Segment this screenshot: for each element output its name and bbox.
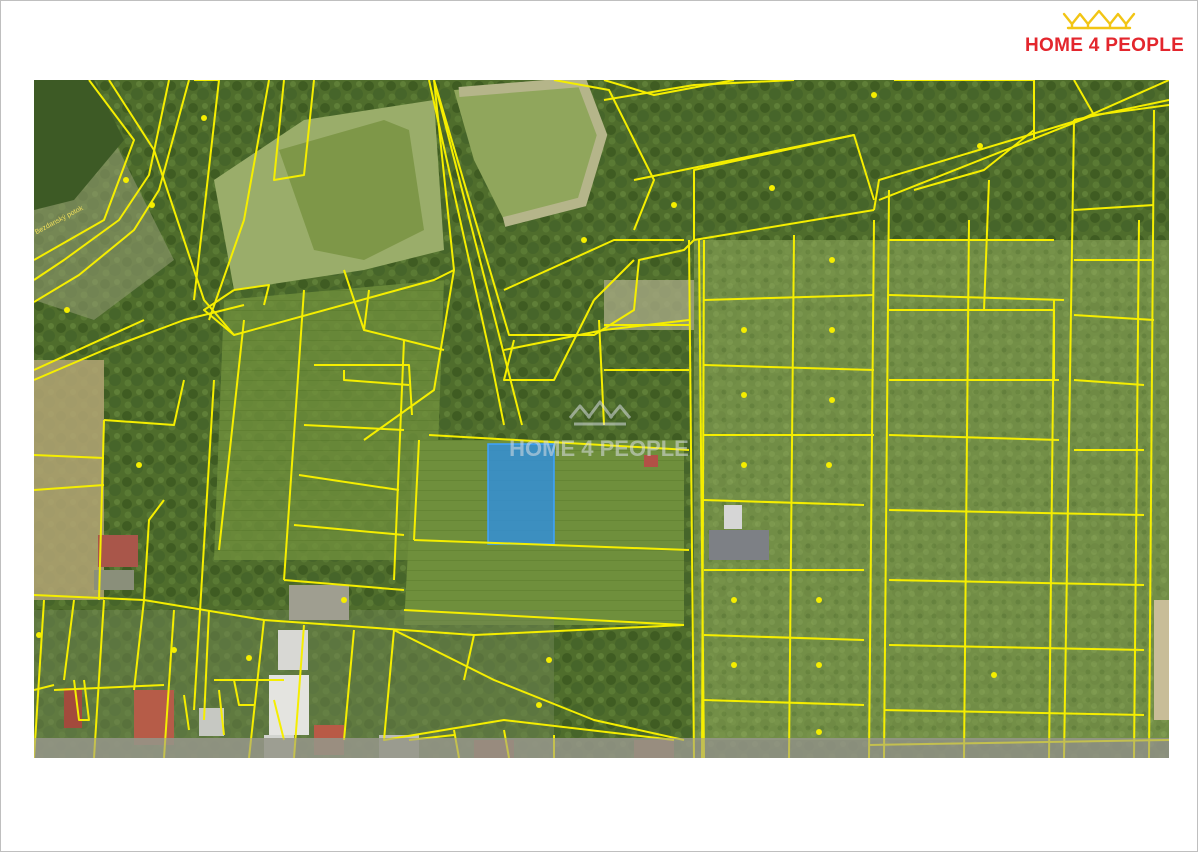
brand-logo[interactable]: HOME 4 PEOPLE: [1025, 8, 1190, 58]
road: [34, 738, 1169, 758]
map-canvas: [34, 80, 1169, 758]
dry-field: [34, 360, 104, 600]
highlighted-parcel[interactable]: [487, 443, 555, 545]
brand-name: HOME 4 PEOPLE: [1025, 35, 1185, 56]
sand-strip: [1154, 600, 1169, 720]
cadastral-map[interactable]: Bezdanský potok HOME 4 PEOPLE: [34, 80, 1169, 758]
meadow-area: [694, 240, 1169, 740]
clearing: [604, 280, 694, 330]
field-area-west: [214, 280, 444, 560]
house-crown-icon: [1062, 9, 1136, 30]
